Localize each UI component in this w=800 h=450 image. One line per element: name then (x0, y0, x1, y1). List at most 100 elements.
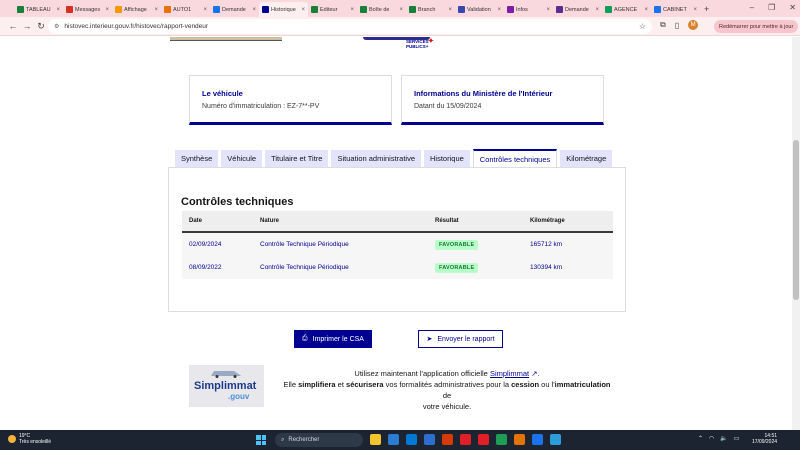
browser-tab[interactable]: CABINET × (651, 2, 700, 17)
row-km: 130394 km (530, 264, 563, 271)
favicon-icon (556, 6, 563, 13)
browser-tab[interactable]: Branch × (406, 2, 455, 17)
row-date: 02/09/2024 (189, 241, 222, 248)
browser-tab-label: Boîte de (369, 6, 390, 13)
browser-toolbar: ← → ↻ ⚙ histovec.interieur.gouv.fr/histo… (0, 17, 800, 36)
sun-icon (8, 435, 16, 443)
pinned-app-icon[interactable] (442, 434, 453, 445)
pinned-app-icon[interactable] (496, 434, 507, 445)
browser-tab[interactable]: Demande × (553, 2, 602, 17)
close-tab-icon[interactable]: × (350, 7, 354, 13)
close-tab-icon[interactable]: × (203, 7, 207, 13)
forward-icon[interactable]: → (20, 21, 34, 31)
close-tab-icon[interactable]: × (546, 7, 550, 13)
favicon-icon (213, 6, 220, 13)
browser-tab-label: Messages (75, 6, 101, 13)
report-tab[interactable]: Véhicule (221, 150, 263, 167)
browser-tab[interactable]: Editeur × (308, 2, 357, 17)
pinned-app-icon[interactable] (370, 434, 381, 445)
pinned-app-icon[interactable] (550, 434, 561, 445)
favicon-icon (262, 6, 269, 13)
browser-tab-label: Editeur (320, 6, 338, 13)
browser-tab-label: Historique (271, 6, 296, 13)
bookmark-star-icon[interactable]: ☆ (639, 22, 646, 31)
new-tab-button[interactable]: + (704, 4, 709, 14)
simplimmat-logo[interactable]: Simplimmat .gouv (189, 365, 264, 407)
report-tab[interactable]: Kilométrage (560, 150, 613, 167)
print-csa-button[interactable]: ⎙ Imprimer le CSA (294, 330, 372, 348)
close-tab-icon[interactable]: × (693, 7, 697, 13)
col-date: Date (189, 218, 203, 224)
browser-tab[interactable]: AUTO1 × (161, 2, 210, 17)
pinned-app-icon[interactable] (532, 434, 543, 445)
pinned-app-icon[interactable] (478, 434, 489, 445)
browser-tab[interactable]: TABLEAU × (14, 2, 63, 17)
close-tab-icon[interactable]: × (105, 7, 109, 13)
reload-icon[interactable]: ↻ (34, 21, 48, 32)
favicon-icon (507, 6, 514, 13)
browser-tab-bar: TABLEAU × Messages × Affichage × AUTO1 × Demande… (0, 0, 800, 17)
row-nature: Contrôle Technique Périodique (260, 264, 349, 271)
favicon-icon (66, 6, 73, 13)
report-tab[interactable]: Situation administrative (331, 150, 422, 167)
table-row: 08/09/2022 Contrôle Technique Périodique… (182, 256, 613, 279)
close-tab-icon[interactable]: × (595, 7, 599, 13)
services-publics-mark-icon: ✦ (428, 38, 434, 45)
battery-icon[interactable]: ▭ (734, 435, 740, 442)
browser-tab[interactable]: Validation × (455, 2, 504, 17)
site-info-icon[interactable]: ⚙ (54, 23, 59, 30)
chevron-up-icon[interactable]: ⌃ (698, 435, 703, 442)
favicon-icon (654, 6, 661, 13)
back-icon[interactable]: ← (6, 21, 20, 31)
profile-avatar[interactable]: M (688, 20, 699, 30)
browser-tab[interactable]: Boîte de × (357, 2, 406, 17)
pinned-app-icon[interactable] (460, 434, 471, 445)
pinned-app-icon[interactable] (424, 434, 435, 445)
table-row: 02/09/2024 Contrôle Technique Périodique… (182, 233, 613, 256)
system-tray: ⌃ ◠ 🔈 ▭ (698, 435, 739, 442)
address-bar[interactable]: ⚙ histovec.interieur.gouv.fr/histovec/ra… (48, 19, 652, 34)
volume-icon[interactable]: 🔈 (720, 435, 727, 442)
close-tab-icon[interactable]: × (644, 7, 648, 13)
taskbar-clock[interactable]: 14:51 17/09/2024 (752, 433, 777, 445)
scrollbar-thumb[interactable] (793, 140, 799, 300)
close-tab-icon[interactable]: × (448, 7, 452, 13)
wifi-icon[interactable]: ◠ (709, 435, 714, 442)
pinned-app-icon[interactable] (514, 434, 525, 445)
close-tab-icon[interactable]: × (154, 7, 158, 13)
close-window-icon[interactable]: ✕ (789, 3, 796, 12)
weather-widget[interactable]: 19°C Très ensoleillé (8, 433, 51, 445)
report-tab[interactable]: Synthèse (175, 150, 219, 167)
close-tab-icon[interactable]: × (252, 7, 256, 13)
browser-tab[interactable]: Messages × (63, 2, 112, 17)
minimize-icon[interactable]: – (750, 3, 754, 12)
sidepanel-icon[interactable]: ▯ (675, 21, 679, 30)
taskbar-search[interactable]: ⌕ Rechercher (275, 433, 363, 447)
maximize-icon[interactable]: ❐ (768, 3, 775, 12)
browser-tab[interactable]: Affichage × (112, 2, 161, 17)
favicon-icon (360, 6, 367, 13)
close-tab-icon[interactable]: × (497, 7, 501, 13)
simplimmat-link[interactable]: Simplimmat (490, 369, 529, 378)
favicon-icon (164, 6, 171, 13)
send-report-button[interactable]: ➤ Envoyer le rapport (418, 330, 503, 348)
pinned-app-icon[interactable] (388, 434, 399, 445)
start-button[interactable] (256, 435, 266, 445)
browser-tab[interactable]: Infos × (504, 2, 553, 17)
close-tab-icon[interactable]: × (301, 7, 305, 13)
browser-tab-label: TABLEAU (26, 6, 51, 13)
relaunch-update-button[interactable]: Redémarrer pour mettre à jour (714, 20, 799, 33)
pinned-app-icon[interactable] (406, 434, 417, 445)
window-controls: – ❐ ✕ (750, 3, 796, 12)
close-tab-icon[interactable]: × (399, 7, 403, 13)
browser-tab[interactable]: Demande × (210, 2, 259, 17)
browser-tab[interactable]: Historique × (259, 2, 308, 17)
browser-tab[interactable]: AGENCE × (602, 2, 651, 17)
report-tab[interactable]: Contrôles techniques (472, 149, 558, 167)
col-nature: Nature (260, 218, 280, 224)
close-tab-icon[interactable]: × (56, 7, 60, 13)
extensions-icon[interactable]: ⧉ (660, 20, 666, 30)
report-tabs: Synthèse Véhicule Titulaire et Titre Situat… (175, 149, 613, 167)
report-tab[interactable]: Historique (424, 150, 470, 167)
report-tab[interactable]: Titulaire et Titre (265, 150, 329, 167)
